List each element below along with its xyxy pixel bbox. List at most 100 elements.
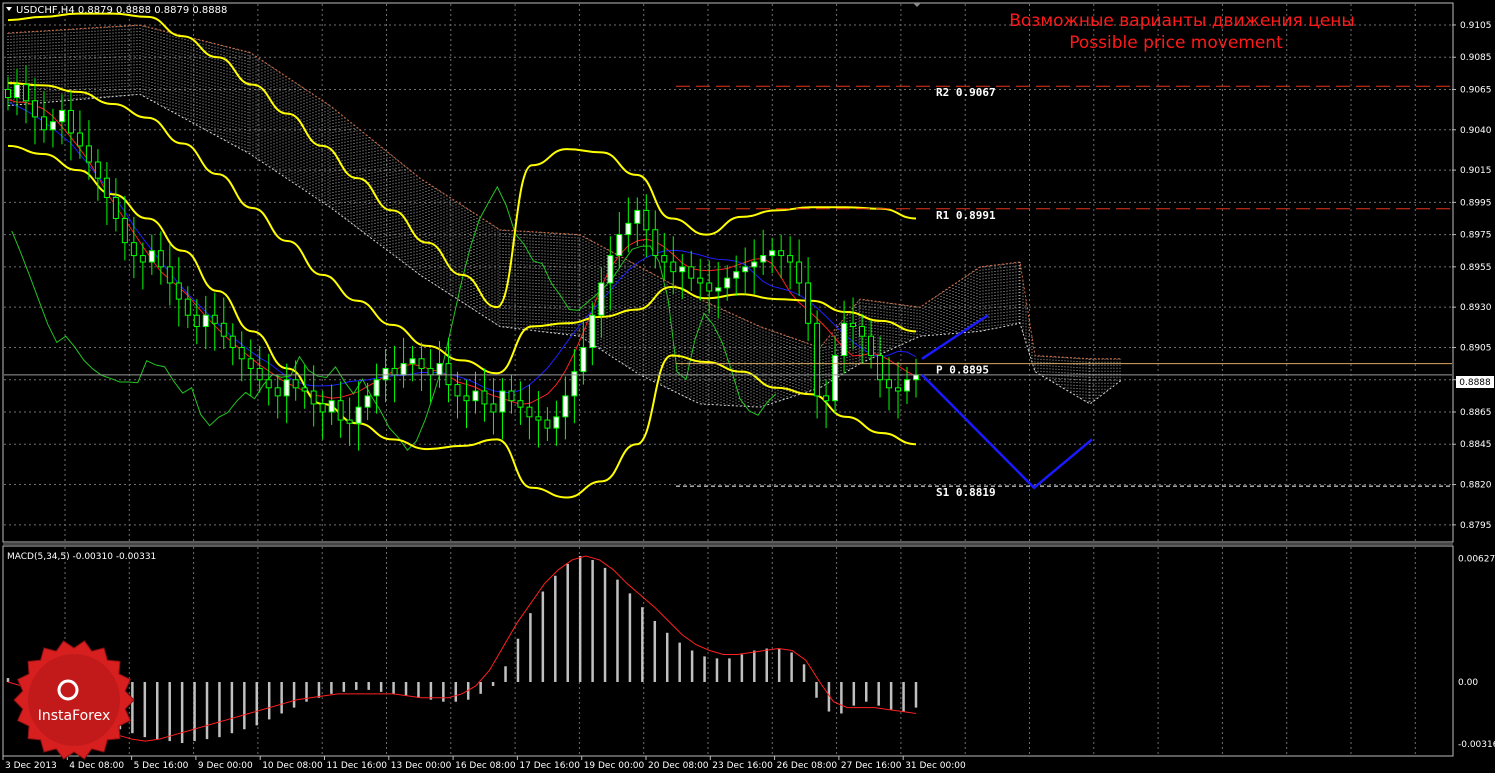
candle-body — [85, 145, 92, 163]
senkou-span-a — [7, 24, 1122, 360]
candle-body — [526, 406, 533, 418]
candle-body — [553, 416, 560, 429]
price-tick-label: 0.8845 — [1460, 440, 1492, 450]
candle-body — [121, 217, 128, 244]
forecast-path — [921, 314, 1093, 490]
candle-body — [508, 390, 515, 402]
time-tick-label: 9 Dec 00:00 — [198, 761, 253, 771]
price-tick-label: 0.9015 — [1460, 166, 1492, 176]
time-tick-label: 4 Dec 08:00 — [69, 761, 124, 771]
price-tick-label: 0.9105 — [1460, 21, 1492, 31]
time-tick-label: 27 Dec 16:00 — [841, 761, 902, 771]
main-chart-frame — [2, 2, 1454, 543]
level-label-r1: R1 0.8991 — [936, 209, 996, 222]
time-tick-label: 31 Dec 00:00 — [905, 761, 966, 771]
price-axis: 0.9105 0.9085 0.9065 0.9040 0.9015 0.8995 0.89… — [1452, 21, 1492, 531]
candle-body — [256, 367, 263, 381]
price-tick-label: 0.8975 — [1460, 231, 1492, 241]
candle-body — [454, 384, 461, 397]
candle-body — [157, 250, 164, 268]
candle-body — [913, 374, 919, 381]
candle-body — [238, 346, 245, 360]
candle-body — [265, 379, 272, 389]
candle-body — [562, 395, 569, 418]
candle-body — [499, 390, 506, 413]
candle-body — [418, 358, 425, 369]
price-tick-label: 0.9065 — [1460, 85, 1492, 95]
candle-body — [697, 277, 704, 284]
time-tick-label: 19 Dec 00:00 — [584, 761, 645, 771]
candle-body — [652, 229, 659, 257]
time-tick-label: 23 Dec 16:00 — [712, 761, 773, 771]
macd-indicator: 0.00627 0.00 -0.00316 — [6, 555, 1495, 750]
candle-body — [634, 209, 641, 224]
candle-body — [31, 100, 38, 118]
candle-body — [220, 322, 227, 337]
candle-body — [904, 379, 911, 392]
candle-body — [715, 287, 722, 292]
candle-body — [778, 250, 785, 257]
candle-body — [688, 266, 695, 279]
macd-tick-label: 0.00 — [1458, 678, 1478, 688]
macd-header: MACD(5,34,5) -0.00310 -0.00331 — [7, 552, 156, 562]
candle-body — [13, 84, 20, 99]
candle-body — [148, 250, 155, 263]
candle-body — [292, 379, 299, 389]
candle-body — [112, 197, 119, 219]
price-tick-label: 0.8955 — [1460, 263, 1492, 273]
candle-body — [769, 250, 776, 257]
candle-body — [247, 358, 254, 369]
candle-body — [463, 395, 470, 402]
candle-body — [94, 161, 101, 179]
price-tick-label: 0.8820 — [1460, 481, 1492, 491]
candle-body — [445, 363, 452, 386]
price-tick-label: 0.8995 — [1460, 198, 1492, 208]
candle-body — [337, 400, 344, 421]
candle-body — [67, 109, 74, 134]
candle-body — [175, 282, 182, 300]
price-tick-label: 0.8930 — [1460, 303, 1492, 313]
candle-body — [427, 367, 434, 376]
candle-body — [184, 298, 191, 316]
dropdown-triangle-icon[interactable] — [6, 7, 12, 11]
candle-body — [706, 282, 713, 292]
candle-body — [40, 116, 47, 131]
candle-body — [319, 403, 326, 413]
forecast-segment — [921, 314, 989, 360]
candle-body — [895, 387, 902, 392]
candle-body — [625, 222, 632, 236]
candle-body — [661, 255, 668, 263]
candle-body — [400, 363, 407, 376]
candle-body — [598, 282, 605, 316]
price-tick-label: 0.9085 — [1460, 53, 1492, 63]
candle-body — [841, 322, 848, 357]
candle-body — [679, 266, 686, 273]
annotation-russian: Возможные варианты движения цены — [1009, 11, 1355, 31]
grid — [4, 4, 1452, 755]
candle-body — [670, 261, 677, 273]
candle-body — [346, 419, 353, 424]
instaforex-logo: InstaForex — [13, 640, 135, 760]
logo-text: InstaForex — [38, 708, 111, 724]
price-tick-label: 0.8795 — [1460, 521, 1492, 531]
candle-body — [193, 314, 200, 328]
candle-body — [328, 400, 335, 413]
candle-body — [616, 234, 623, 257]
candle-body — [58, 109, 65, 123]
time-tick-label: 5 Dec 16:00 — [134, 761, 189, 771]
bollinger-middle — [7, 82, 917, 375]
time-tick-label: 16 Dec 08:00 — [455, 761, 516, 771]
candle-body — [310, 390, 317, 405]
current-price-label: 0.8888 — [1459, 378, 1491, 388]
candle-body — [832, 355, 839, 402]
candle-body — [382, 367, 389, 381]
candle-body — [814, 322, 821, 397]
candle-body — [805, 282, 812, 324]
time-tick-label: 11 Dec 16:00 — [327, 761, 388, 771]
shift-marker-icon[interactable] — [913, 3, 921, 7]
macd-tick-label: -0.00316 — [1458, 740, 1495, 750]
price-tick-label: 0.8905 — [1460, 343, 1492, 353]
candle-body — [850, 322, 857, 328]
annotation-english: Possible price movement — [1069, 33, 1283, 53]
candle-body — [409, 358, 416, 365]
